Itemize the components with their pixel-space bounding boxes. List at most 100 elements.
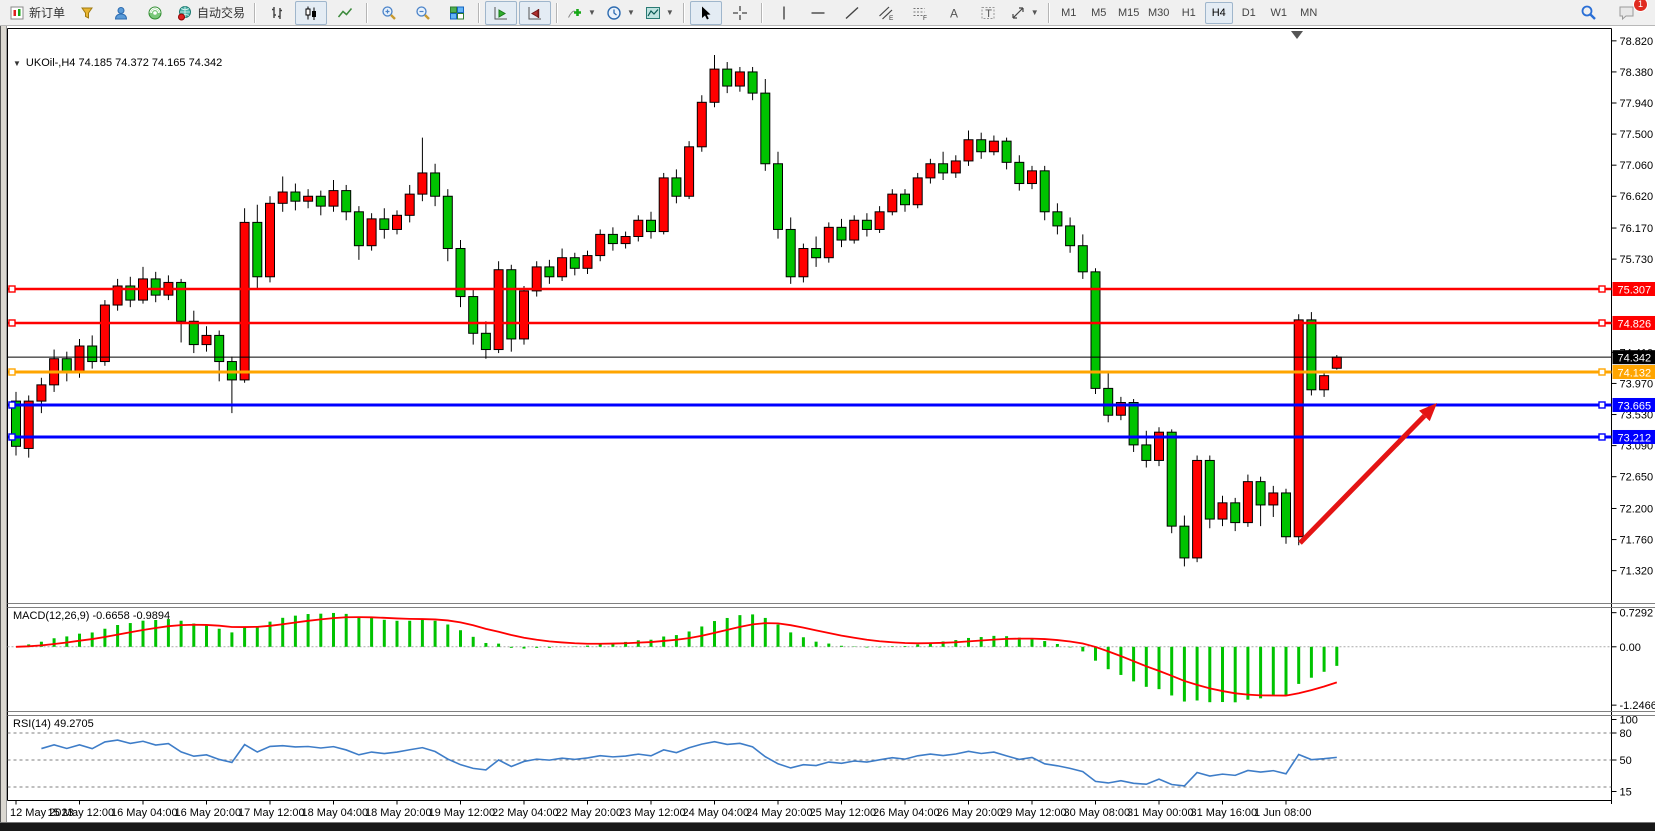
timeframe-m15[interactable]: M15 — [1115, 2, 1143, 24]
profile-icon — [113, 5, 129, 21]
tile-windows-button[interactable] — [441, 1, 473, 25]
chart-title: UKOil-,H4 74.185 74.372 74.165 74.342 — [26, 57, 222, 69]
bar-chart-button[interactable] — [261, 1, 293, 25]
candle-body — [570, 258, 579, 269]
candle-body — [520, 291, 529, 339]
arrows-tool-button[interactable]: ▼ — [1006, 1, 1043, 25]
candle-body — [850, 220, 859, 240]
candle-body — [1282, 493, 1291, 537]
candle-body — [393, 215, 402, 229]
candle-body — [189, 321, 198, 344]
svg-text:E: E — [889, 15, 894, 21]
price-line-label: 74.132 — [1618, 368, 1652, 380]
candle-body — [1078, 246, 1087, 272]
equidistant-channel-tool-button[interactable]: E — [870, 1, 902, 25]
rsi-axis-label: 80 — [1620, 728, 1632, 740]
date-tick-label: 22 May 20:00 — [556, 807, 623, 819]
timeframe-mn[interactable]: MN — [1295, 2, 1323, 24]
notifications-button[interactable]: 1 — [1611, 1, 1643, 25]
candle-body — [1243, 482, 1252, 523]
candle-body — [380, 219, 389, 230]
timeframe-m30[interactable]: M30 — [1145, 2, 1173, 24]
candle-body — [316, 196, 325, 206]
chart-shift-button[interactable] — [519, 1, 551, 25]
timeframe-h1[interactable]: H1 — [1175, 2, 1203, 24]
periods-button[interactable]: ▼ — [602, 1, 639, 25]
trendline-tool-button[interactable] — [836, 1, 868, 25]
vertical-line-icon — [776, 5, 792, 21]
line-anchor-handle — [1599, 369, 1605, 375]
price-line-label: 74.826 — [1618, 318, 1652, 330]
candle-body — [1307, 320, 1316, 390]
zoom-in-icon — [381, 5, 397, 21]
line-chart-button[interactable] — [329, 1, 361, 25]
timeframe-d1[interactable]: D1 — [1235, 2, 1263, 24]
auto-scroll-button[interactable] — [485, 1, 517, 25]
text-label-tool-button[interactable]: T — [972, 1, 1004, 25]
chart-shift-icon — [527, 5, 543, 21]
vertical-line-tool-button[interactable] — [768, 1, 800, 25]
candle-body — [418, 173, 427, 194]
price-line-label: 75.307 — [1618, 285, 1652, 297]
line-anchor-handle — [9, 286, 15, 292]
candle-body — [24, 401, 33, 448]
line-anchor-handle — [9, 434, 15, 440]
candle-body — [1028, 171, 1037, 184]
candle-body — [748, 72, 757, 93]
text-tool-button[interactable]: A — [938, 1, 970, 25]
fibonacci-tool-button[interactable]: F — [904, 1, 936, 25]
candlestick-chart-button[interactable] — [295, 1, 327, 25]
price-tick-label: 76.620 — [1620, 191, 1654, 203]
price-chart[interactable]: 78.82078.38077.94077.50077.06076.62076.1… — [0, 26, 1655, 822]
clock-icon — [606, 5, 622, 21]
candle-body — [977, 140, 986, 152]
date-tick-label: 18 May 20:00 — [365, 807, 432, 819]
zoom-out-button[interactable] — [407, 1, 439, 25]
date-tick-label: 31 May 16:00 — [1191, 807, 1258, 819]
candle-body — [583, 256, 592, 269]
date-tick-label: 25 May 12:00 — [810, 807, 877, 819]
candle-body — [1104, 388, 1113, 415]
main-toolbar: 新订单 自动交易 — [0, 0, 1655, 26]
timeframe-w1[interactable]: W1 — [1265, 2, 1293, 24]
timeframe-m5[interactable]: M5 — [1085, 2, 1113, 24]
templates-button[interactable]: ▼ — [641, 1, 678, 25]
text-icon: A — [946, 5, 962, 21]
new-order-icon — [9, 5, 25, 21]
candle-body — [278, 192, 287, 203]
svg-text:A: A — [950, 6, 958, 20]
line-anchor-handle — [9, 320, 15, 326]
candle-body — [913, 178, 922, 205]
candle-body — [1320, 376, 1329, 390]
zoom-in-button[interactable] — [373, 1, 405, 25]
horizontal-line-tool-button[interactable] — [802, 1, 834, 25]
horizontal-line-icon — [810, 5, 826, 21]
notification-badge: 1 — [1633, 0, 1648, 12]
indicators-button[interactable]: ▼ — [563, 1, 600, 25]
indicators-add-icon — [567, 5, 583, 21]
line-anchor-handle — [1599, 286, 1605, 292]
timeframe-bar: M1M5M15M30H1H4D1W1MN — [1054, 2, 1324, 24]
timeframe-h4[interactable]: H4 — [1205, 2, 1233, 24]
signal-button[interactable] — [139, 1, 171, 25]
cursor-tool-button[interactable] — [690, 1, 722, 25]
search-button[interactable] — [1572, 1, 1604, 25]
candle-body — [431, 173, 440, 196]
candle-body — [989, 141, 998, 152]
search-icon — [1580, 4, 1597, 21]
candle-body — [862, 220, 871, 229]
new-order-button[interactable]: 新订单 — [5, 1, 69, 25]
candle-body — [1193, 460, 1202, 557]
candle-body — [1205, 460, 1214, 519]
date-tick-label: 1 Jun 08:00 — [1254, 807, 1312, 819]
crosshair-tool-button[interactable] — [724, 1, 756, 25]
timeframe-m1[interactable]: M1 — [1055, 2, 1083, 24]
profile-button[interactable] — [105, 1, 137, 25]
candle-body — [469, 297, 478, 334]
market-watch-button[interactable] — [71, 1, 103, 25]
chart-title-row[interactable]: ▼ UKOil-,H4 74.185 74.372 74.165 74.342 — [13, 57, 222, 69]
date-tick-label: 30 May 08:00 — [1064, 807, 1131, 819]
chart-dropdown-icon[interactable]: ▼ — [13, 59, 21, 68]
candle-body — [799, 249, 808, 277]
auto-trading-button[interactable]: 自动交易 — [173, 1, 249, 25]
